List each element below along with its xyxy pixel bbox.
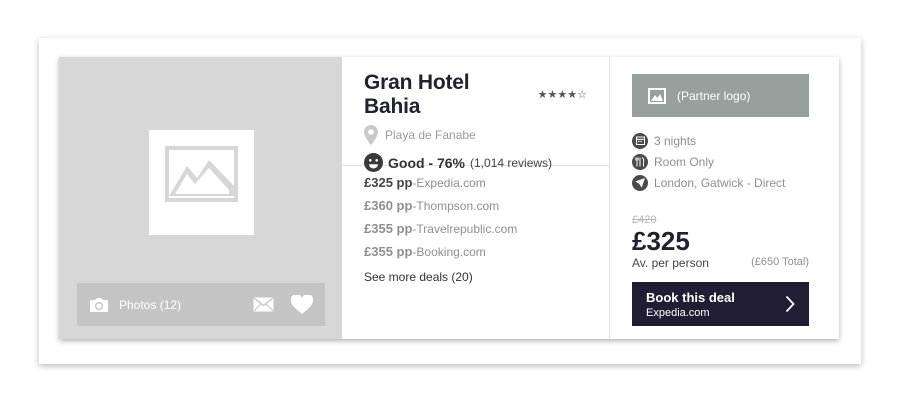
deal-provider: Thompson.com (416, 199, 500, 213)
total-price: (£650 Total) (751, 256, 809, 268)
photos-count-link[interactable]: Photos (12) (119, 298, 253, 312)
location-text: Playa de Fanabe (385, 128, 476, 142)
favourite-heart-icon[interactable] (291, 294, 313, 315)
book-button-provider: Expedia.com (646, 306, 710, 319)
deal-price: £325 pp (364, 175, 413, 190)
see-more-deals-link[interactable]: See more deals (20) (364, 270, 473, 284)
hotel-info: Gran Hotel Bahia ★ ★ ★ ★ ☆ Playa de Fana… (342, 57, 610, 339)
deal-item[interactable]: £355 pp - Travelrepublic.com (364, 221, 587, 244)
per-person-label: Av. per person (632, 256, 709, 270)
partner-logo: (Partner logo) (632, 74, 809, 117)
hotel-result-card: Photos (12) Gran Hotel Bahia ★ ★ ★ ★ ☆ P… (59, 57, 839, 339)
hotel-summary: Gran Hotel Bahia ★ ★ ★ ★ ☆ Playa de Fana… (342, 57, 609, 172)
book-button-label: Book this deal (646, 289, 735, 305)
deal-provider: Expedia.com (416, 176, 486, 190)
partner-logo-label: (Partner logo) (677, 88, 751, 103)
deal-price: £355 pp (364, 221, 413, 236)
deal-list: £325 pp - Expedia.com £360 pp - Thompson… (342, 166, 609, 286)
review-count[interactable]: (1,014 reviews) (470, 156, 552, 170)
rating-score: Good - 76% (388, 154, 466, 171)
hotel-photo[interactable]: Photos (12) (59, 57, 342, 339)
fact-text: Room Only (654, 154, 715, 169)
price-details: Av. per person (£650 Total) (632, 256, 809, 270)
result-card-frame: Photos (12) Gran Hotel Bahia ★ ★ ★ ★ ☆ P… (39, 38, 861, 364)
booking-panel: (Partner logo) 3 nights Room Only London… (610, 57, 839, 339)
fact-board: Room Only (632, 151, 839, 172)
deal-item[interactable]: £325 pp - Expedia.com (364, 175, 587, 198)
hotel-location: Playa de Fanabe (364, 125, 587, 145)
email-icon[interactable] (253, 297, 274, 312)
deal-item[interactable]: £355 pp - Booking.com (364, 244, 587, 267)
deal-price: £360 pp (364, 198, 413, 213)
image-placeholder-icon (648, 87, 666, 104)
deal-provider: Travelrepublic.com (416, 222, 518, 236)
fact-text: 3 nights (654, 133, 697, 148)
star-rating: ★ ★ ★ ★ ☆ (537, 88, 587, 101)
map-pin-icon (364, 125, 378, 145)
star-icon: ★ (547, 88, 558, 101)
star-icon: ★ (567, 88, 578, 101)
image-placeholder-icon (149, 130, 254, 235)
star-icon: ★ (537, 88, 548, 101)
hotel-name[interactable]: Gran Hotel Bahia (364, 71, 529, 119)
plane-icon (632, 174, 648, 191)
deal-price: £355 pp (364, 244, 413, 259)
star-icon: ★ (557, 88, 568, 101)
cutlery-icon (632, 153, 648, 170)
calendar-icon (632, 132, 648, 149)
deal-price-large: £325 (632, 226, 690, 256)
original-price: £420 (632, 214, 657, 226)
book-button-text: Book this deal Expedia.com (646, 290, 785, 319)
camera-icon[interactable] (89, 297, 109, 313)
deal-provider: Booking.com (416, 245, 486, 259)
trip-facts: 3 nights Room Only London, Gatwick - Dir… (632, 130, 839, 193)
deal-item[interactable]: £360 pp - Thompson.com (364, 198, 587, 221)
star-empty-icon: ☆ (577, 88, 587, 101)
photo-toolbar: Photos (12) (77, 283, 325, 326)
fact-flight: London, Gatwick - Direct (632, 172, 839, 193)
smiley-face-icon (364, 153, 383, 172)
fact-text: London, Gatwick - Direct (654, 175, 786, 190)
chevron-right-icon (785, 295, 795, 313)
book-deal-button[interactable]: Book this deal Expedia.com (632, 282, 809, 326)
fact-nights: 3 nights (632, 130, 839, 151)
